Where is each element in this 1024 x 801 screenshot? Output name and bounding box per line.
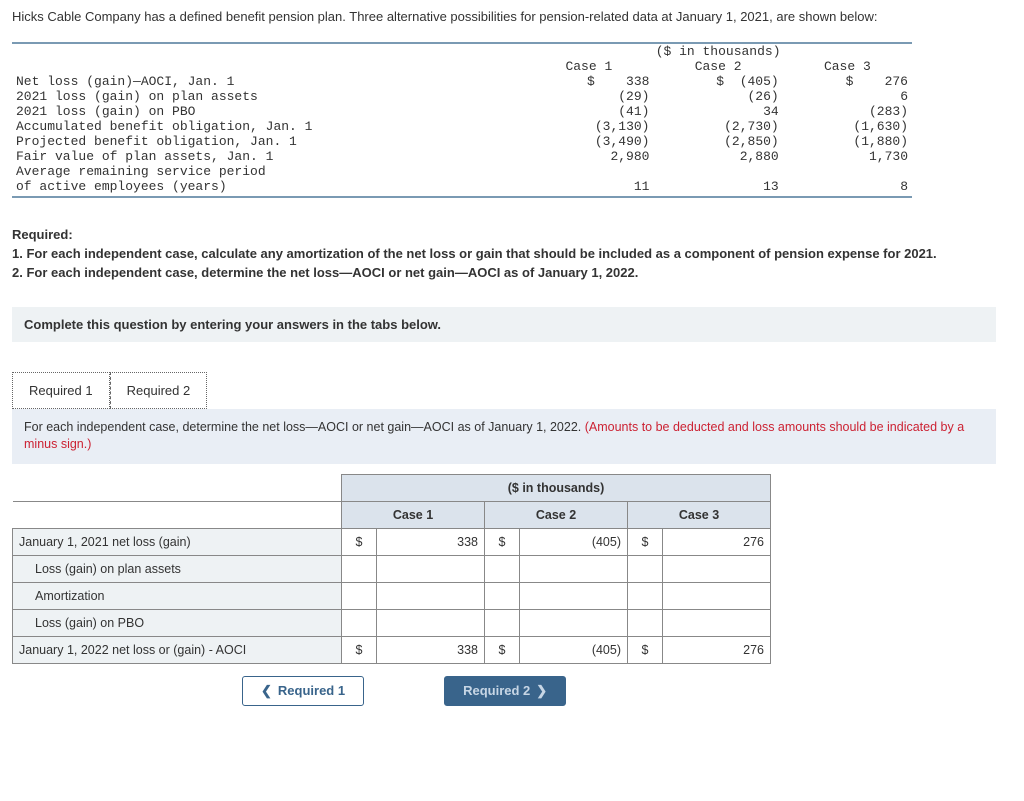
data-cell: 11 bbox=[524, 179, 653, 194]
answer-cell-value[interactable] bbox=[663, 609, 771, 636]
answer-cell-currency[interactable] bbox=[628, 582, 663, 609]
next-button-label: Required 2 bbox=[463, 683, 530, 698]
answer-col-case-1: Case 1 bbox=[342, 501, 485, 528]
data-cell: (3,130) bbox=[524, 119, 653, 134]
prev-button-label: Required 1 bbox=[278, 683, 345, 698]
data-row-label: Fair value of plan assets, Jan. 1 bbox=[12, 149, 524, 164]
data-cell: $ (405) bbox=[653, 74, 782, 89]
instruction-bar: Complete this question by entering your … bbox=[12, 307, 996, 342]
answer-cell-currency[interactable]: $ bbox=[485, 636, 520, 663]
data-row-label: Projected benefit obligation, Jan. 1 bbox=[12, 134, 524, 149]
answer-cell-value[interactable]: 338 bbox=[377, 636, 485, 663]
tab2-instruction: For each independent case, determine the… bbox=[24, 420, 585, 434]
data-cell: 6 bbox=[783, 89, 912, 104]
data-cell: 8 bbox=[783, 179, 912, 194]
required-item-2: 2. For each independent case, determine … bbox=[12, 265, 638, 280]
col-case-3: Case 3 bbox=[783, 59, 912, 74]
tab-content-required-2: For each independent case, determine the… bbox=[12, 409, 996, 464]
answer-cell-currency[interactable] bbox=[485, 555, 520, 582]
answer-cell-value[interactable] bbox=[520, 582, 628, 609]
unit-header: ($ in thousands) bbox=[524, 43, 912, 59]
chevron-right-icon: ❯ bbox=[536, 683, 547, 699]
answer-unit-header: ($ in thousands) bbox=[342, 474, 771, 501]
answer-cell-currency[interactable] bbox=[342, 555, 377, 582]
data-cell: (2,730) bbox=[653, 119, 782, 134]
data-cell bbox=[653, 164, 782, 179]
answer-row-label: January 1, 2022 net loss or (gain) - AOC… bbox=[13, 636, 342, 663]
data-row-label: of active employees (years) bbox=[12, 179, 524, 194]
data-cell bbox=[524, 164, 653, 179]
answer-cell-currency[interactable]: $ bbox=[628, 636, 663, 663]
data-cell: (29) bbox=[524, 89, 653, 104]
answer-cell-currency[interactable]: $ bbox=[342, 636, 377, 663]
data-cell: 2,880 bbox=[653, 149, 782, 164]
data-row-label: Average remaining service period bbox=[12, 164, 524, 179]
data-cell: 34 bbox=[653, 104, 782, 119]
data-cell: (3,490) bbox=[524, 134, 653, 149]
answer-cell-value[interactable]: 276 bbox=[663, 636, 771, 663]
answer-table: ($ in thousands) Case 1 Case 2 Case 3 Ja… bbox=[12, 474, 771, 664]
next-button[interactable]: Required 2 ❯ bbox=[444, 676, 566, 706]
col-case-1: Case 1 bbox=[524, 59, 653, 74]
answer-row-label: Amortization bbox=[13, 582, 342, 609]
answer-row-label: January 1, 2021 net loss (gain) bbox=[13, 528, 342, 555]
data-row-label: Accumulated benefit obligation, Jan. 1 bbox=[12, 119, 524, 134]
answer-cell-currency[interactable]: $ bbox=[342, 528, 377, 555]
answer-cell-value[interactable]: 276 bbox=[663, 528, 771, 555]
tab-required-1[interactable]: Required 1 bbox=[12, 372, 110, 409]
answer-cell-currency[interactable] bbox=[628, 555, 663, 582]
data-row-label: 2021 loss (gain) on plan assets bbox=[12, 89, 524, 104]
prev-button[interactable]: ❮ Required 1 bbox=[242, 676, 364, 706]
data-cell: (283) bbox=[783, 104, 912, 119]
data-cell: (2,850) bbox=[653, 134, 782, 149]
tab-bar: Required 1 Required 2 bbox=[12, 372, 1012, 409]
required-item-1: 1. For each independent case, calculate … bbox=[12, 246, 937, 261]
answer-row-label: Loss (gain) on PBO bbox=[13, 609, 342, 636]
data-cell: (26) bbox=[653, 89, 782, 104]
required-title: Required: bbox=[12, 227, 73, 242]
answer-cell-value[interactable] bbox=[520, 555, 628, 582]
answer-cell-value[interactable] bbox=[663, 555, 771, 582]
answer-cell-currency[interactable] bbox=[628, 609, 663, 636]
problem-intro: Hicks Cable Company has a defined benefi… bbox=[12, 8, 1012, 26]
answer-cell-currency[interactable] bbox=[485, 609, 520, 636]
data-cell: (41) bbox=[524, 104, 653, 119]
required-section: Required: 1. For each independent case, … bbox=[12, 226, 1012, 283]
answer-cell-value[interactable] bbox=[377, 582, 485, 609]
answer-cell-value[interactable]: (405) bbox=[520, 528, 628, 555]
given-data-table: ($ in thousands) Case 1 Case 2 Case 3 Ne… bbox=[12, 40, 912, 198]
chevron-left-icon: ❮ bbox=[261, 683, 272, 699]
data-cell: (1,630) bbox=[783, 119, 912, 134]
data-cell: 2,980 bbox=[524, 149, 653, 164]
data-cell: $ 338 bbox=[524, 74, 653, 89]
data-cell: 1,730 bbox=[783, 149, 912, 164]
answer-cell-currency[interactable] bbox=[342, 609, 377, 636]
answer-cell-currency[interactable]: $ bbox=[628, 528, 663, 555]
answer-cell-value[interactable] bbox=[377, 609, 485, 636]
answer-cell-currency[interactable]: $ bbox=[485, 528, 520, 555]
answer-cell-currency[interactable] bbox=[485, 582, 520, 609]
answer-col-case-3: Case 3 bbox=[628, 501, 771, 528]
answer-cell-value[interactable] bbox=[520, 609, 628, 636]
col-case-2: Case 2 bbox=[653, 59, 782, 74]
data-cell: $ 276 bbox=[783, 74, 912, 89]
data-cell bbox=[783, 164, 912, 179]
data-cell: (1,880) bbox=[783, 134, 912, 149]
answer-col-case-2: Case 2 bbox=[485, 501, 628, 528]
answer-cell-value[interactable] bbox=[377, 555, 485, 582]
answer-row-label: Loss (gain) on plan assets bbox=[13, 555, 342, 582]
answer-cell-value[interactable] bbox=[663, 582, 771, 609]
answer-cell-value[interactable]: 338 bbox=[377, 528, 485, 555]
data-row-label: 2021 loss (gain) on PBO bbox=[12, 104, 524, 119]
answer-cell-value[interactable]: (405) bbox=[520, 636, 628, 663]
answer-cell-currency[interactable] bbox=[342, 582, 377, 609]
data-cell: 13 bbox=[653, 179, 782, 194]
data-row-label: Net loss (gain)—AOCI, Jan. 1 bbox=[12, 74, 524, 89]
tab-required-2[interactable]: Required 2 bbox=[110, 372, 208, 409]
